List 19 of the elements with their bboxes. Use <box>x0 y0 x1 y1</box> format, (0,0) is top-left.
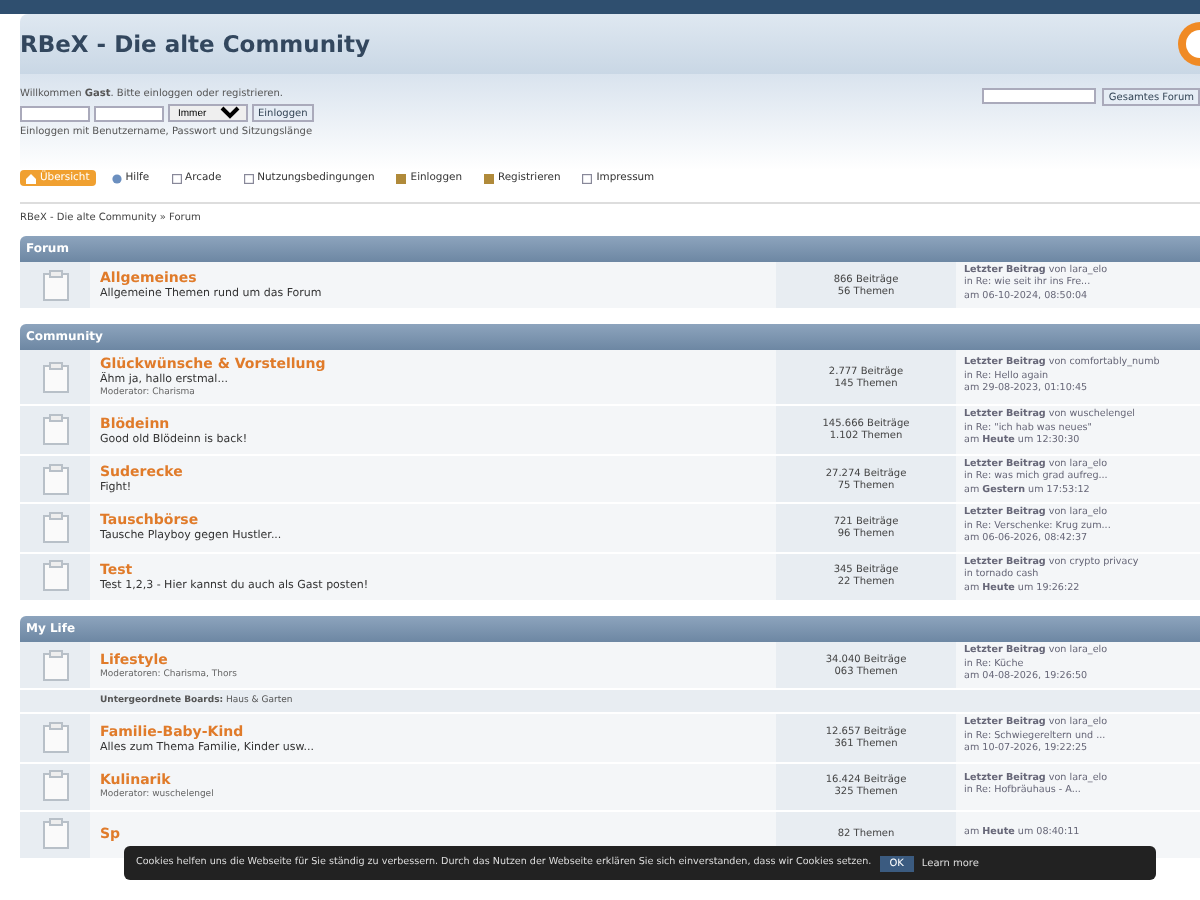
board-icon <box>41 649 69 682</box>
board-icon <box>41 560 69 593</box>
search-field[interactable] <box>982 88 1097 104</box>
page-icon <box>243 173 254 183</box>
board-icon <box>41 818 69 851</box>
page-icon <box>582 173 593 183</box>
board-icon <box>41 722 69 755</box>
board-icon <box>41 463 69 496</box>
board-icon <box>41 511 69 544</box>
logo-icon <box>1172 20 1200 68</box>
board-icon <box>41 361 69 394</box>
board-icon <box>41 770 69 803</box>
board-icon <box>41 269 69 302</box>
help-icon <box>111 173 122 183</box>
password-field[interactable] <box>94 105 164 121</box>
username-field[interactable] <box>20 105 90 121</box>
page-icon <box>171 173 182 183</box>
site-title: RBeX - Die alte Community <box>20 30 370 58</box>
board-icon <box>41 414 69 447</box>
